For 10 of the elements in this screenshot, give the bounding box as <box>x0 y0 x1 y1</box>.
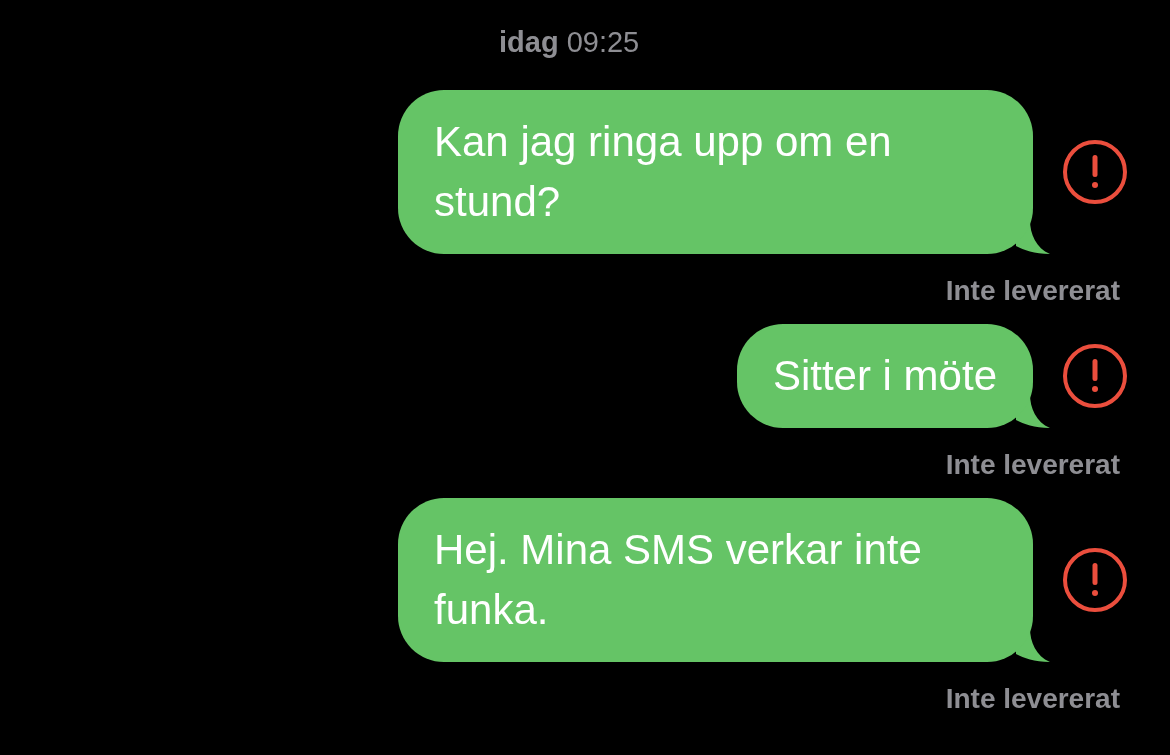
message-bubble: Hej. Mina SMS verkar inte funka. <box>398 498 1033 662</box>
error-icon[interactable] <box>1062 139 1128 205</box>
error-icon[interactable] <box>1062 343 1128 409</box>
delivery-status: Inte levererat <box>945 682 1120 716</box>
delivery-status: Inte levererat <box>945 448 1120 482</box>
error-icon[interactable] <box>1062 547 1128 613</box>
message-bubble: Sitter i möte <box>736 324 1033 428</box>
delivery-status: Inte levererat <box>945 274 1120 308</box>
timestamp: idag 09:25 <box>499 25 640 60</box>
message-bubble: Kan jag ringa upp om en stund? <box>398 90 1033 254</box>
